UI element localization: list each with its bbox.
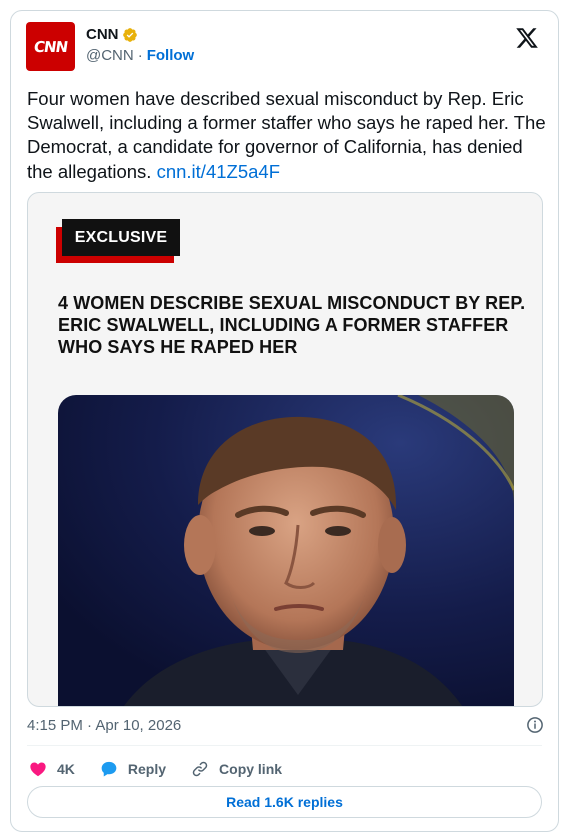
read-replies-button[interactable]: Read 1.6K replies: [27, 786, 542, 818]
link-icon: [192, 761, 208, 777]
reply-bubble-icon: [101, 761, 117, 777]
media-headline: 4 WOMEN DESCRIBE SEXUAL MISCONDUCT BY RE…: [58, 293, 526, 357]
tweet-text: Four women have described sexual miscond…: [27, 87, 547, 184]
follow-button[interactable]: Follow: [147, 47, 195, 64]
display-name[interactable]: CNN: [86, 26, 119, 43]
like-count: 4K: [57, 761, 75, 777]
divider: [27, 745, 542, 746]
tweet-card: CNN CNN @CNN · Follow Four women have de…: [10, 10, 559, 832]
verified-badge-icon: [122, 27, 137, 42]
info-icon[interactable]: [526, 716, 544, 734]
heart-icon: [30, 762, 46, 777]
exclusive-badge: EXCLUSIVE: [62, 219, 180, 256]
tweet-body: Four women have described sexual miscond…: [27, 88, 546, 182]
tweet-link[interactable]: cnn.it/41Z5a4F: [157, 161, 280, 182]
tweet-header: CNN CNN @CNN · Follow: [26, 22, 543, 72]
reply-label: Reply: [127, 761, 167, 777]
copy-link-button[interactable]: Copy link: [191, 760, 282, 778]
portrait-photo: [58, 395, 514, 706]
avatar[interactable]: CNN: [26, 22, 75, 71]
like-button[interactable]: 4K: [29, 760, 75, 778]
timestamp[interactable]: 4:15 PM · Apr 10, 2026: [27, 717, 181, 734]
portrait-illustration: [58, 395, 514, 706]
name-row: CNN: [86, 26, 138, 43]
tweet-media[interactable]: EXCLUSIVE 4 WOMEN DESCRIBE SEXUAL MISCON…: [27, 192, 543, 707]
x-logo-icon[interactable]: [515, 26, 539, 50]
avatar-logo-text: CNN: [32, 37, 69, 56]
action-bar: 4K Reply Copy link: [29, 757, 307, 781]
handle-row: @CNN · Follow: [86, 47, 194, 64]
handle[interactable]: @CNN: [86, 47, 134, 64]
copy-link-label: Copy link: [219, 761, 283, 777]
reply-button[interactable]: Reply: [100, 760, 166, 778]
separator-dot: ·: [137, 47, 143, 64]
